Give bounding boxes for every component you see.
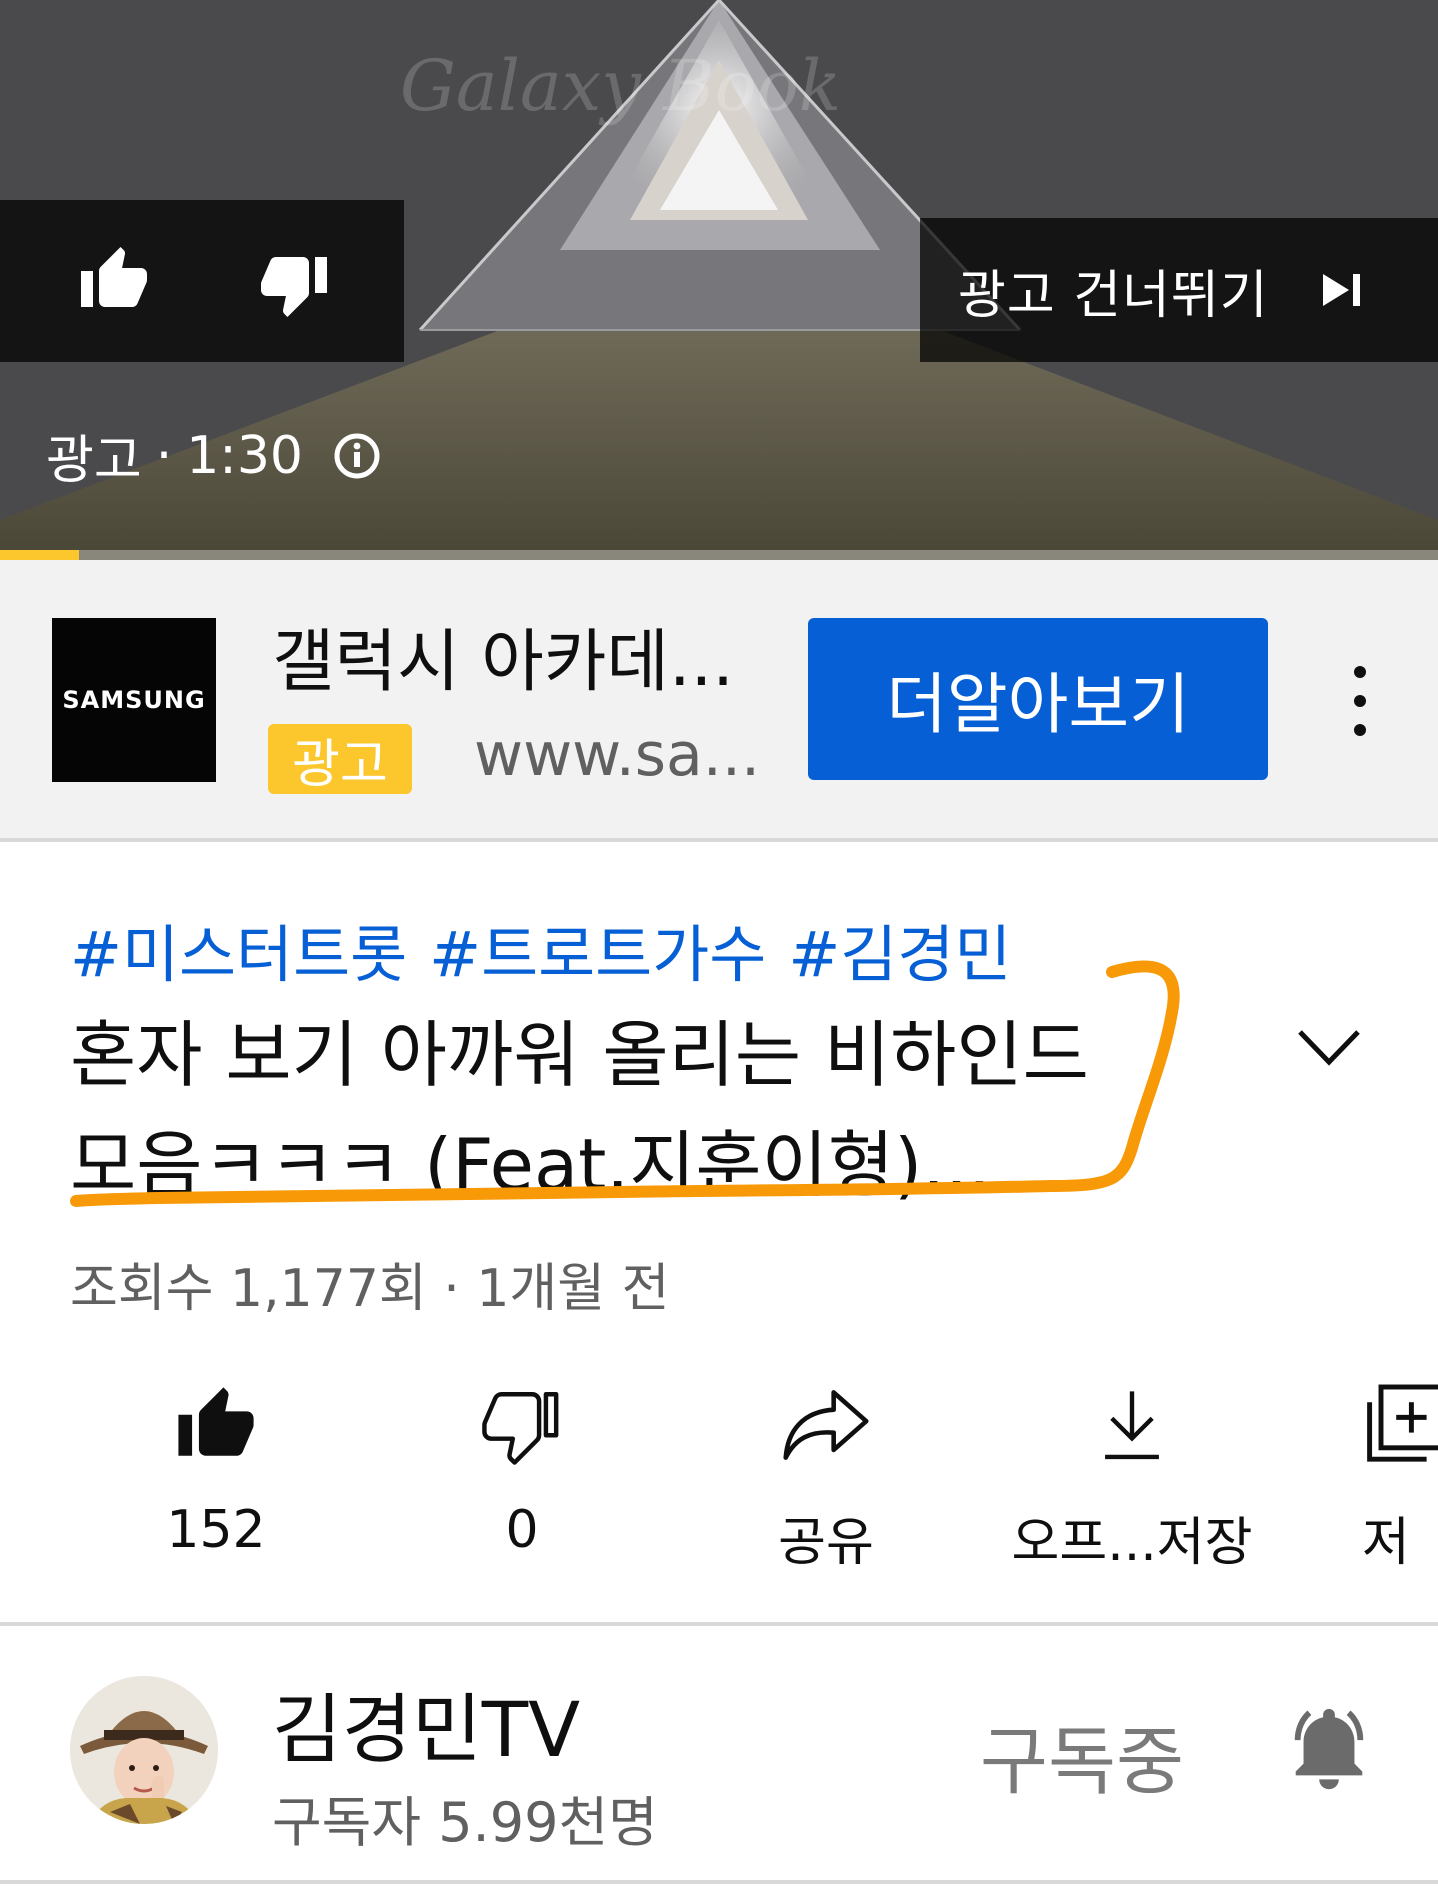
learn-more-button[interactable]: 더알아보기 xyxy=(808,618,1268,780)
advertiser-logo[interactable]: SAMSUNG xyxy=(52,618,216,782)
ad-duration: 1:30 xyxy=(186,425,303,486)
share-button[interactable]: 공유 xyxy=(716,1370,936,1575)
thumb-down-icon[interactable] xyxy=(256,248,332,320)
ad-info-row: SAMSUNG 갤럭시 아카데... 광고 www.sa... 더알아보기 xyxy=(0,560,1438,842)
ad-url[interactable]: www.sa... xyxy=(474,720,770,790)
offline-save-label: 오프...저장 xyxy=(1011,1513,1253,1573)
like-count: 152 xyxy=(166,1500,266,1560)
ad-video-player[interactable]: Galaxy Book 광고 건너뛰기 광고 · 1:30 xyxy=(0,0,1438,560)
action-bar: 152 0 공유 오프...저장 저 xyxy=(0,1370,1438,1573)
divider xyxy=(0,1622,1438,1626)
subscribed-button[interactable]: 구독중 xyxy=(962,1702,1202,1805)
ad-meta: 광고 · 1:30 xyxy=(46,418,381,493)
divider xyxy=(0,1880,1438,1884)
dislike-count: 0 xyxy=(505,1500,539,1560)
channel-avatar[interactable] xyxy=(70,1676,218,1824)
save-to-playlist-button[interactable]: 저 xyxy=(1362,1370,1438,1575)
thumb-down-outline-icon xyxy=(482,1392,559,1465)
thumb-up-icon[interactable] xyxy=(76,244,152,316)
ad-progress-bar[interactable] xyxy=(0,550,1438,560)
ad-progress-fill xyxy=(0,550,80,560)
notification-bell-icon[interactable] xyxy=(1282,1700,1376,1796)
info-icon[interactable] xyxy=(333,432,381,480)
advertiser-logo-text: SAMSUNG xyxy=(62,686,206,714)
like-button[interactable]: 152 xyxy=(106,1370,326,1560)
offline-save-button[interactable]: 오프...저장 xyxy=(1012,1370,1252,1575)
ad-title[interactable]: 갤럭시 아카데... xyxy=(272,606,772,705)
playlist-add-icon xyxy=(1367,1384,1438,1462)
channel-name[interactable]: 김경민TV xyxy=(272,1668,580,1778)
thumb-up-filled-icon xyxy=(178,1387,254,1456)
share-arrow-icon xyxy=(783,1390,869,1460)
video-title-line-2: 모음ㅋㅋㅋ (Feat.지훈이형)... xyxy=(70,1123,991,1207)
hashtag-link[interactable]: #미스터트롯 xyxy=(70,904,407,994)
skip-ad-label: 광고 건너뛰기 xyxy=(958,265,1269,326)
watermark-text: Galaxy Book xyxy=(400,45,841,127)
hashtag-list: #미스터트롯 #트로트가수 #김경민 xyxy=(70,904,1011,994)
skip-ad-button[interactable]: 광고 건너뛰기 xyxy=(920,218,1438,362)
chevron-down-icon[interactable] xyxy=(1294,1024,1364,1072)
video-title-line-1: 혼자 보기 아까워 올리는 비하인드 xyxy=(70,1013,1089,1097)
hashtag-link[interactable]: #트로트가수 xyxy=(429,904,766,994)
download-icon xyxy=(1105,1391,1159,1460)
subscriber-count: 구독자 5.99천명 xyxy=(272,1791,658,1854)
ad-rating-panel xyxy=(0,200,404,362)
ad-badge: 광고 xyxy=(268,724,412,795)
skip-next-icon xyxy=(1322,274,1360,306)
hashtag-link[interactable]: #김경민 xyxy=(788,904,1011,994)
ad-label: 광고 xyxy=(46,431,142,491)
avatar-image xyxy=(70,1676,218,1824)
video-title[interactable]: 혼자 보기 아까워 올리는 비하인드 모음ㅋㅋㅋ (Feat.지훈이형)... xyxy=(70,1000,1150,1220)
dislike-button[interactable]: 0 xyxy=(412,1370,632,1560)
more-options-icon[interactable] xyxy=(1340,666,1380,736)
view-count-and-date: 조회수 1,177회 · 1개월 전 xyxy=(70,1259,670,1319)
share-label: 공유 xyxy=(778,1513,874,1573)
save-label: 저 xyxy=(1362,1513,1410,1573)
